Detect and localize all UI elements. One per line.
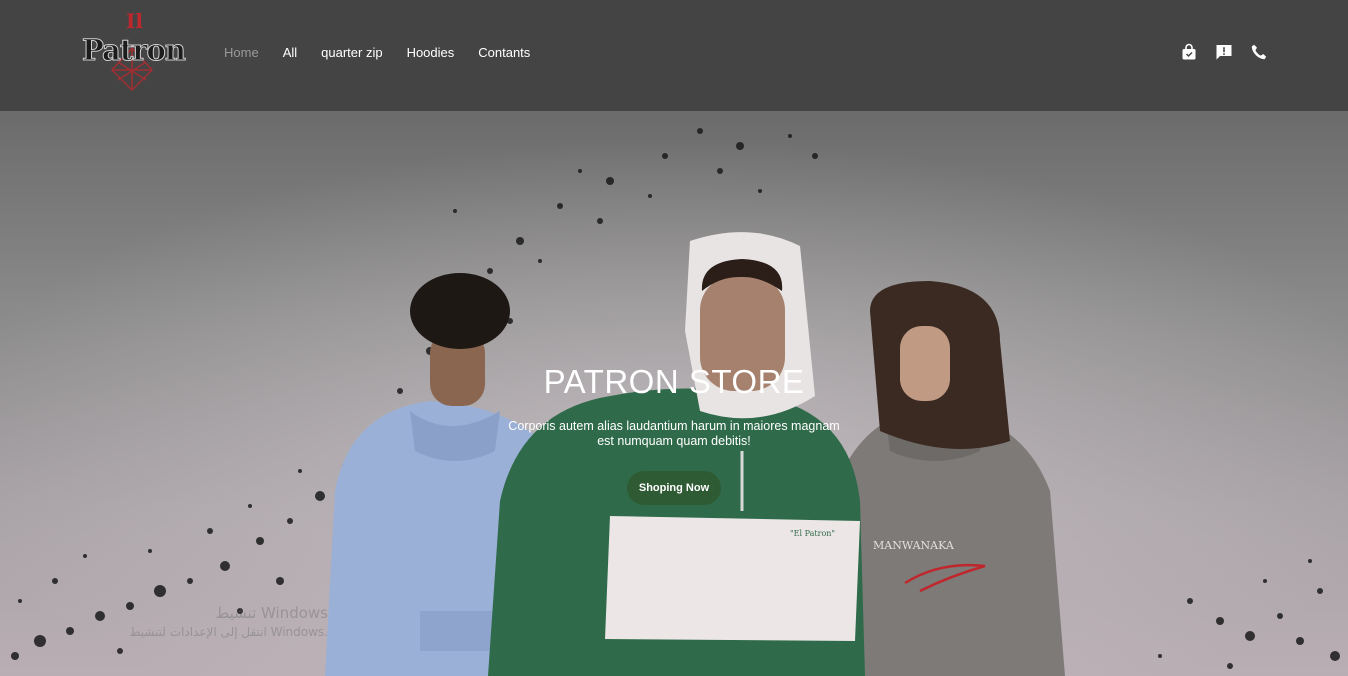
nav-hoodies[interactable]: Hoodies	[407, 45, 455, 60]
watermark-title: تنشيط Windows	[215, 604, 328, 622]
nav-contants[interactable]: Contants	[478, 45, 530, 60]
shopping-bag-icon[interactable]	[1180, 43, 1198, 61]
windows-activation-watermark: تنشيط Windows انتقل إلى الإعدادات لتنشيط…	[68, 603, 328, 641]
patron-logo[interactable]: Il Patron	[78, 9, 187, 92]
hero-title: PATRON STORE	[543, 363, 805, 400]
watermark-subtitle: انتقل إلى الإعدادات لتنشيط Windows.	[129, 625, 328, 639]
svg-text:"El Patron": "El Patron"	[790, 529, 835, 538]
hero-description: Corporis autem alias laudantium harum in…	[508, 419, 840, 448]
hero-content: PATRON STORE Corporis autem alias laudan…	[474, 363, 874, 505]
main-nav: Home All quarter zip Hoodies Contants	[224, 45, 554, 60]
nav-all[interactable]: All	[283, 45, 297, 60]
top-navbar: Il Patron Home All quarter zip Hoodies C…	[0, 0, 1348, 111]
nav-home[interactable]: Home	[224, 45, 259, 60]
svg-text:Il: Il	[126, 12, 143, 33]
shopping-now-button[interactable]: Shoping Now	[626, 471, 722, 505]
hero-banner: MANWANAKA "El Patron" PATRON STORE Corpo…	[0, 111, 1348, 676]
nav-icons	[1180, 43, 1285, 61]
phone-icon[interactable]	[1250, 43, 1268, 61]
svg-text:MANWANAKA: MANWANAKA	[873, 539, 955, 552]
nav-quarter-zip[interactable]: quarter zip	[321, 45, 382, 60]
svg-text:Patron: Patron	[82, 33, 186, 67]
feedback-icon[interactable]	[1215, 43, 1233, 61]
